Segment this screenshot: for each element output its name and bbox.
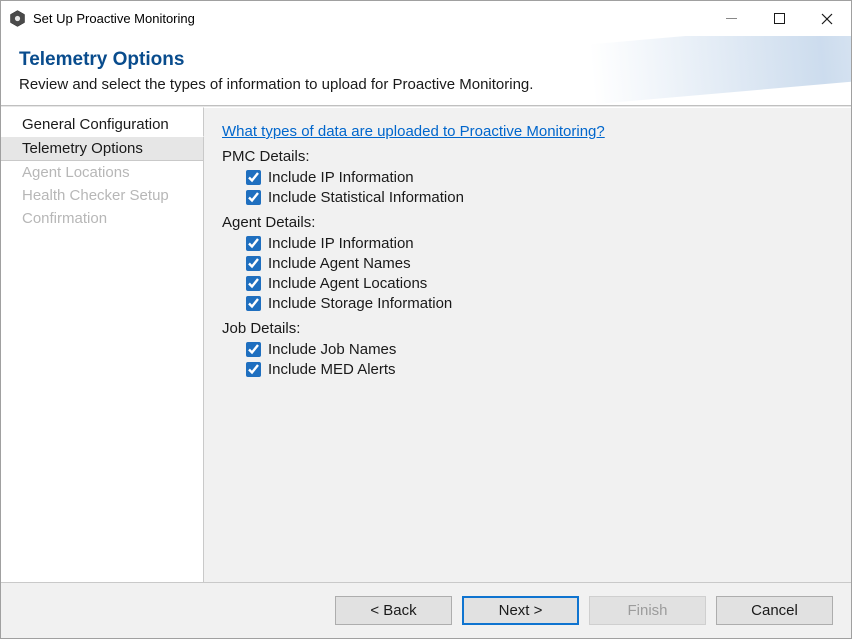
checkbox-job-med-alerts[interactable] xyxy=(246,362,261,377)
checkbox-row: Include Storage Information xyxy=(246,295,841,312)
sidebar-item-general-configuration[interactable]: General Configuration xyxy=(1,113,203,136)
wizard-header: Telemetry Options Review and select the … xyxy=(1,36,851,106)
checkbox-agent-locations[interactable] xyxy=(246,276,261,291)
checkbox-label: Include MED Alerts xyxy=(268,361,396,378)
window-title: Set Up Proactive Monitoring xyxy=(33,11,195,26)
checkbox-pmc-statistical-info[interactable] xyxy=(246,190,261,205)
sidebar-item-agent-locations: Agent Locations xyxy=(1,161,203,184)
page-title: Telemetry Options xyxy=(19,49,851,71)
minimize-button[interactable] xyxy=(707,1,755,36)
info-link[interactable]: What types of data are uploaded to Proac… xyxy=(222,123,605,140)
wizard-content: What types of data are uploaded to Proac… xyxy=(204,107,851,583)
maximize-button[interactable] xyxy=(755,1,803,36)
checkbox-row: Include IP Information xyxy=(246,235,841,252)
group-label-job-details: Job Details: xyxy=(222,320,841,337)
checkbox-label: Include Job Names xyxy=(268,341,396,358)
finish-button: Finish xyxy=(589,596,706,625)
checkbox-row: Include Agent Names xyxy=(246,255,841,272)
wizard-steps-sidebar: General Configuration Telemetry Options … xyxy=(1,107,204,583)
checkbox-label: Include Storage Information xyxy=(268,295,452,312)
sidebar-item-telemetry-options[interactable]: Telemetry Options xyxy=(1,136,204,161)
sidebar-item-confirmation: Confirmation xyxy=(1,207,203,230)
checkbox-agent-storage-info[interactable] xyxy=(246,296,261,311)
checkbox-row: Include Statistical Information xyxy=(246,189,841,206)
checkbox-label: Include Statistical Information xyxy=(268,189,464,206)
checkbox-agent-ip-info[interactable] xyxy=(246,236,261,251)
checkbox-label: Include IP Information xyxy=(268,169,414,186)
back-button[interactable]: < Back xyxy=(335,596,452,625)
titlebar: Set Up Proactive Monitoring xyxy=(1,1,851,36)
page-subtitle: Review and select the types of informati… xyxy=(19,76,851,93)
group-label-pmc-details: PMC Details: xyxy=(222,148,841,165)
window-controls xyxy=(707,1,851,36)
checkbox-label: Include IP Information xyxy=(268,235,414,252)
group-label-agent-details: Agent Details: xyxy=(222,214,841,231)
sidebar-item-health-checker-setup: Health Checker Setup xyxy=(1,184,203,207)
close-button[interactable] xyxy=(803,1,851,36)
checkbox-row: Include IP Information xyxy=(246,169,841,186)
next-button[interactable]: Next > xyxy=(462,596,579,625)
checkbox-label: Include Agent Names xyxy=(268,255,411,272)
checkbox-pmc-ip-info[interactable] xyxy=(246,170,261,185)
wizard-footer: < Back Next > Finish Cancel xyxy=(1,583,851,638)
app-icon xyxy=(9,10,26,27)
checkbox-agent-names[interactable] xyxy=(246,256,261,271)
checkbox-job-names[interactable] xyxy=(246,342,261,357)
cancel-button[interactable]: Cancel xyxy=(716,596,833,625)
checkbox-label: Include Agent Locations xyxy=(268,275,427,292)
checkbox-row: Include Job Names xyxy=(246,341,841,358)
checkbox-row: Include MED Alerts xyxy=(246,361,841,378)
wizard-body: General Configuration Telemetry Options … xyxy=(1,106,851,583)
wizard-window: Set Up Proactive Monitoring Telemetry Op… xyxy=(0,0,852,639)
checkbox-row: Include Agent Locations xyxy=(246,275,841,292)
